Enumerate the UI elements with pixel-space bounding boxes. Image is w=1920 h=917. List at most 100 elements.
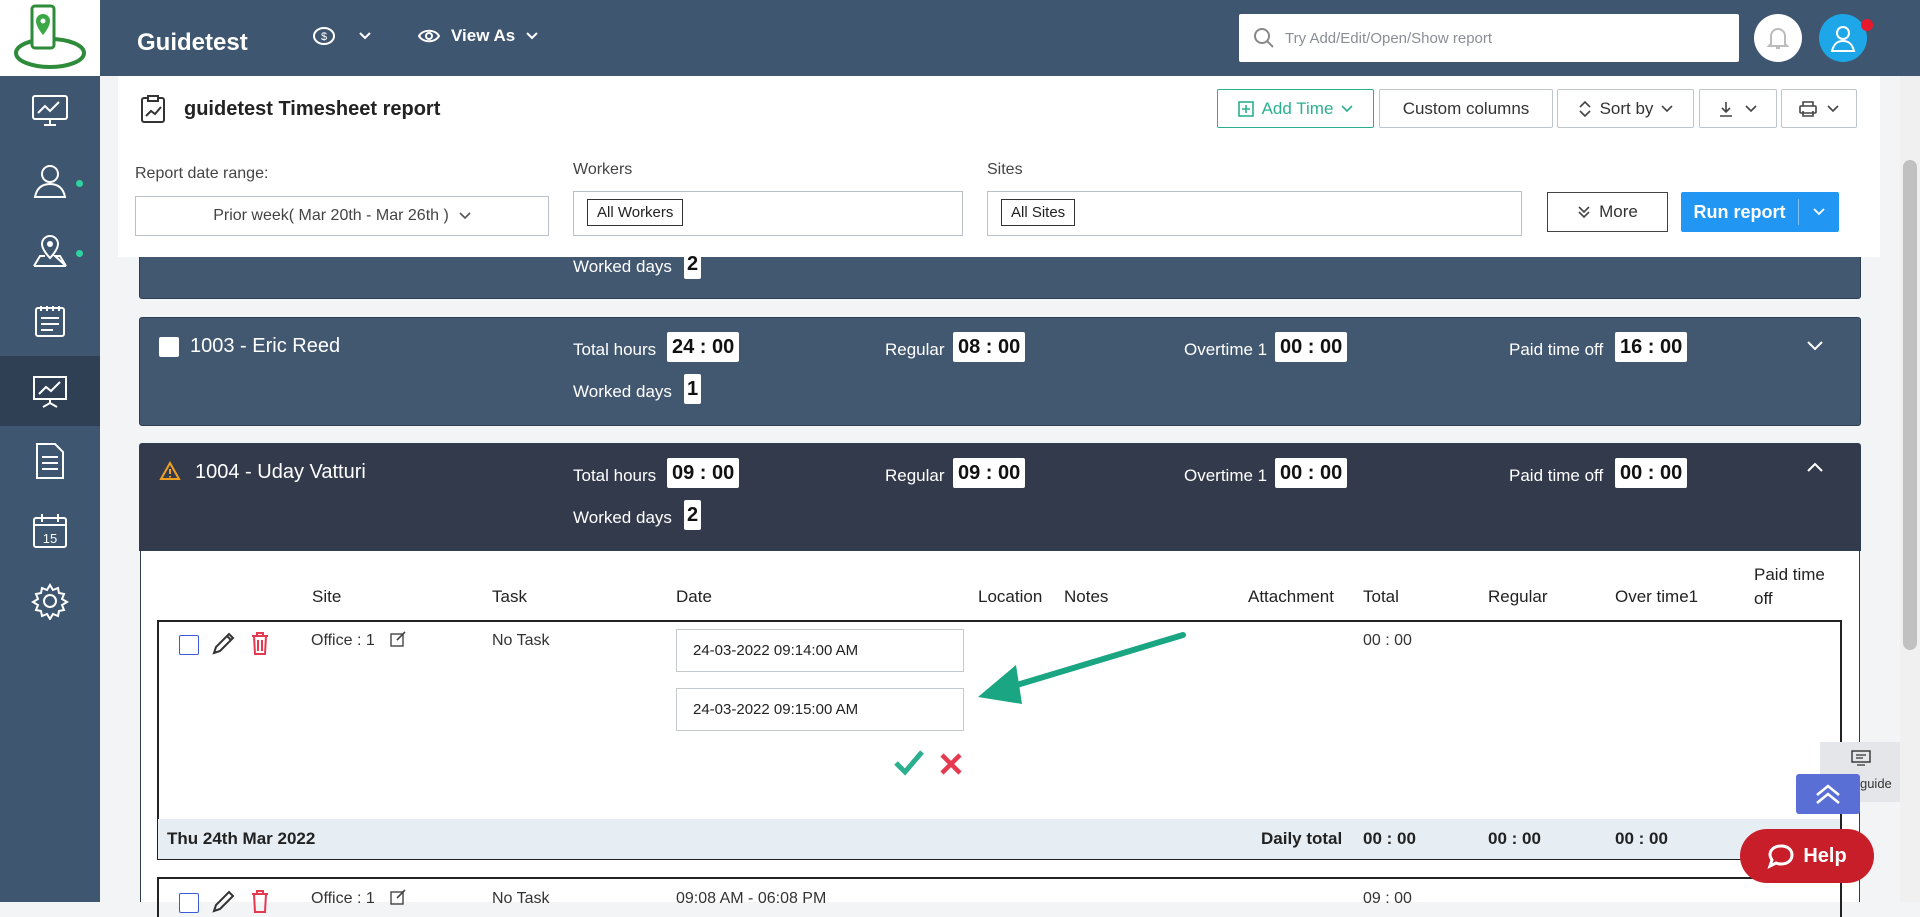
chevron-down-icon bbox=[1341, 104, 1353, 112]
regular-label: Regular bbox=[885, 466, 945, 485]
notification-badge bbox=[1861, 19, 1873, 31]
svg-text:$: $ bbox=[321, 31, 327, 43]
start-datetime-input[interactable] bbox=[676, 629, 964, 672]
scrollbar-thumb[interactable] bbox=[1903, 160, 1917, 650]
date-range-select[interactable]: Prior week( Mar 20th - Mar 26th ) bbox=[135, 196, 549, 236]
date-range-value: Prior week( Mar 20th - Mar 26th ) bbox=[213, 207, 449, 224]
sites-tag[interactable]: All Sites bbox=[1001, 199, 1076, 226]
run-report-button[interactable]: Run report bbox=[1681, 192, 1839, 232]
chevron-down-icon bbox=[1745, 104, 1757, 112]
double-chevron-up-icon bbox=[1816, 784, 1840, 804]
guide-icon bbox=[1851, 750, 1871, 766]
add-time-button[interactable]: Add Time bbox=[1217, 89, 1374, 128]
chevron-down-icon bbox=[1813, 208, 1825, 216]
edit-site-icon[interactable] bbox=[389, 888, 407, 906]
column-header-notes: Notes bbox=[1064, 587, 1109, 606]
notification-dot bbox=[76, 250, 83, 257]
chevron-down-icon bbox=[359, 32, 371, 40]
sort-by-label: Sort by bbox=[1599, 98, 1654, 118]
search-input[interactable] bbox=[1283, 28, 1723, 48]
printer-icon bbox=[1799, 100, 1817, 117]
sidebar-item-sites[interactable] bbox=[0, 216, 100, 286]
more-filters-button[interactable]: More bbox=[1547, 192, 1668, 232]
sort-icon bbox=[1578, 100, 1591, 117]
confirm-check-icon[interactable] bbox=[893, 748, 925, 776]
custom-columns-button[interactable]: Custom columns bbox=[1379, 89, 1553, 128]
edit-site-icon[interactable] bbox=[389, 630, 407, 648]
employee-checkbox[interactable] bbox=[159, 337, 179, 357]
column-header-attachment: Attachment bbox=[1248, 587, 1334, 606]
workers-tag[interactable]: All Workers bbox=[587, 199, 684, 226]
annotation-arrow-icon bbox=[978, 632, 1186, 704]
sidebar-item-workers[interactable] bbox=[0, 146, 100, 216]
paid-time-off-value: 16 : 00 bbox=[1615, 332, 1688, 362]
sidebar-item-tasks[interactable] bbox=[0, 286, 100, 356]
search-box[interactable] bbox=[1239, 14, 1739, 62]
chevron-down-icon[interactable] bbox=[1806, 340, 1824, 352]
column-header-total: Total bbox=[1363, 587, 1399, 606]
employee-card-eric-reed[interactable]: 1003 - Eric Reed Total hours 24 : 00 Reg… bbox=[139, 317, 1861, 426]
worked-days-label: Worked days bbox=[573, 382, 672, 401]
cancel-x-icon[interactable] bbox=[938, 751, 964, 777]
employee-name: 1003 - Eric Reed bbox=[190, 335, 341, 357]
overtime-value: 00 : 00 bbox=[1275, 332, 1348, 362]
overtime-label: Overtime 1 bbox=[1184, 340, 1268, 359]
column-header-location: Location bbox=[978, 587, 1043, 606]
print-button[interactable] bbox=[1781, 89, 1857, 128]
worked-days-label: Worked days bbox=[573, 257, 672, 276]
chevron-down-icon bbox=[1827, 104, 1839, 112]
daily-regular-value: 00 : 00 bbox=[1488, 829, 1541, 848]
total-hours-label: Total hours bbox=[573, 466, 657, 485]
entry-total: 09 : 00 bbox=[1363, 890, 1412, 907]
pencil-icon[interactable] bbox=[210, 631, 236, 657]
chevron-up-icon[interactable] bbox=[1806, 461, 1824, 473]
worked-days-label: Worked days bbox=[573, 508, 672, 527]
entry-task: No Task bbox=[492, 632, 550, 649]
report-icon bbox=[140, 94, 166, 129]
regular-value: 08 : 00 bbox=[953, 332, 1026, 362]
sidebar-item-reports[interactable] bbox=[0, 356, 100, 426]
chat-bubble-icon bbox=[1767, 844, 1794, 869]
entry-site: Office : 1 bbox=[311, 632, 375, 649]
end-datetime-input[interactable] bbox=[676, 688, 964, 731]
run-report-label: Run report bbox=[1693, 201, 1786, 222]
view-as-dropdown[interactable]: View As bbox=[417, 26, 539, 46]
user-icon bbox=[33, 165, 67, 198]
download-button[interactable] bbox=[1699, 89, 1777, 128]
scroll-to-top-button[interactable] bbox=[1796, 774, 1860, 814]
bell-icon bbox=[1766, 28, 1790, 49]
notifications-button[interactable] bbox=[1754, 14, 1802, 62]
trash-icon[interactable] bbox=[249, 888, 271, 914]
warning-icon bbox=[159, 461, 181, 480]
sites-label: Sites bbox=[987, 161, 1023, 178]
sidebar-item-dashboard[interactable] bbox=[0, 76, 100, 146]
column-header-regular: Regular bbox=[1488, 587, 1548, 606]
report-chart-icon bbox=[141, 95, 165, 123]
paid-time-off-label: Paid time off bbox=[1509, 466, 1604, 485]
row-checkbox[interactable] bbox=[179, 635, 199, 655]
regular-label: Regular bbox=[885, 340, 945, 359]
currency-dropdown[interactable]: $ bbox=[312, 26, 372, 46]
employee-card-uday-vatturi[interactable]: 1004 - Uday Vatturi Total hours 09 : 00 … bbox=[139, 443, 1861, 551]
row-checkbox[interactable] bbox=[179, 893, 199, 913]
sidebar-item-calendar[interactable]: 15 bbox=[0, 496, 100, 566]
more-label: More bbox=[1599, 202, 1638, 221]
entry-time-range: 09:08 AM - 06:08 PM bbox=[676, 890, 827, 907]
trash-icon[interactable] bbox=[249, 630, 271, 656]
logo[interactable] bbox=[0, 0, 100, 76]
entry-task: No Task bbox=[492, 890, 550, 907]
calendar-icon: 15 bbox=[33, 514, 67, 548]
daily-overtime-value: 00 : 00 bbox=[1615, 829, 1668, 848]
help-label: Help bbox=[1803, 844, 1847, 867]
user-avatar-button[interactable] bbox=[1819, 14, 1867, 62]
sidebar-item-documents[interactable] bbox=[0, 426, 100, 496]
pencil-icon[interactable] bbox=[210, 889, 236, 915]
column-header-paid-time-off: Paid time off bbox=[1754, 565, 1825, 608]
run-options-toggle[interactable] bbox=[1799, 208, 1839, 216]
worked-days-value: 1 bbox=[684, 374, 702, 404]
sidebar-item-settings[interactable] bbox=[0, 566, 100, 636]
help-button[interactable]: Help bbox=[1740, 829, 1874, 883]
sort-by-button[interactable]: Sort by bbox=[1557, 89, 1694, 128]
search-icon bbox=[1254, 28, 1274, 48]
app-logo-icon bbox=[14, 4, 86, 69]
